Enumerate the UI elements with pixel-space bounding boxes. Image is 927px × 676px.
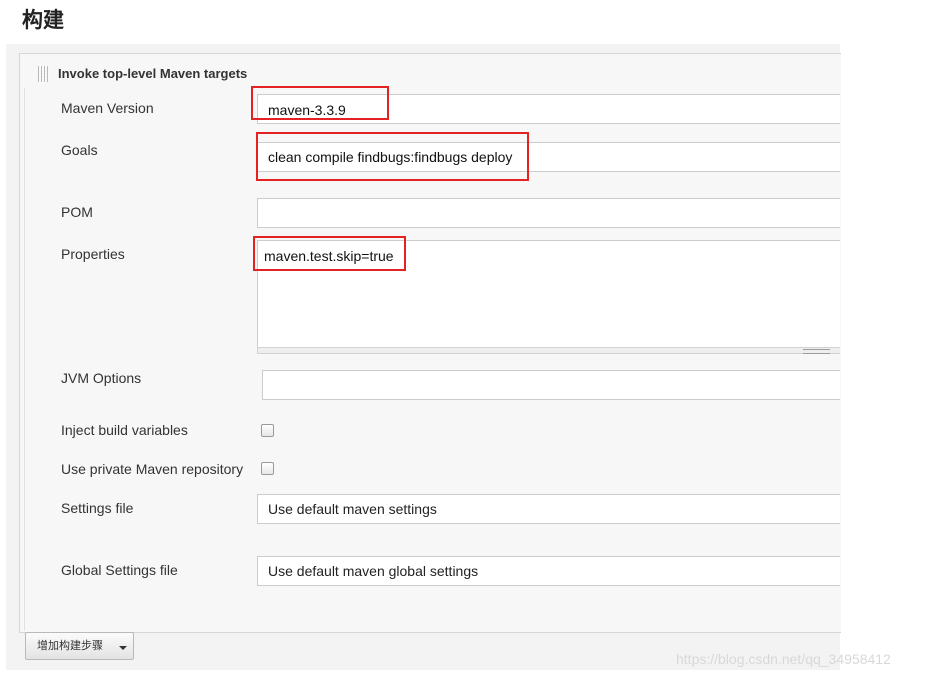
jvm-options-label: JVM Options — [61, 370, 142, 386]
drag-handle-icon[interactable] — [38, 66, 49, 82]
goals-value: clean compile findbugs:findbugs deploy — [268, 149, 513, 165]
pom-label: POM — [61, 204, 93, 220]
resize-grip-icon[interactable] — [803, 349, 830, 354]
private-repo-label: Use private Maven repository — [61, 461, 244, 477]
inject-build-variables-checkbox[interactable] — [261, 424, 274, 437]
add-build-step-label: 增加构建步骤 — [37, 639, 103, 652]
goals-label: Goals — [61, 142, 98, 158]
inject-build-variables-label: Inject build variables — [61, 422, 188, 438]
page-title: 构建 — [22, 8, 64, 32]
private-repo-checkbox[interactable] — [261, 462, 274, 475]
build-step-title: Invoke top-level Maven targets — [58, 66, 248, 81]
pom-input[interactable] — [257, 198, 840, 228]
maven-version-value: maven-3.3.9 — [268, 102, 346, 118]
global-settings-file-select[interactable]: Use default maven global settings — [257, 556, 840, 586]
add-build-step-button[interactable]: 增加构建步骤 — [25, 632, 134, 660]
textarea-resize-bar[interactable] — [257, 347, 840, 354]
maven-version-label: Maven Version — [61, 100, 154, 116]
properties-label: Properties — [61, 246, 125, 262]
settings-file-label: Settings file — [61, 500, 134, 516]
watermark: https://blog.csdn.net/qq_34958412 — [676, 651, 891, 667]
global-settings-file-label: Global Settings file — [61, 562, 178, 578]
settings-file-select[interactable]: Use default maven settings — [257, 494, 840, 524]
dropdown-caret-icon — [119, 646, 127, 650]
properties-value: maven.test.skip=true — [264, 248, 394, 264]
jvm-options-input[interactable] — [262, 370, 840, 400]
build-step-inner-edge — [24, 88, 25, 631]
